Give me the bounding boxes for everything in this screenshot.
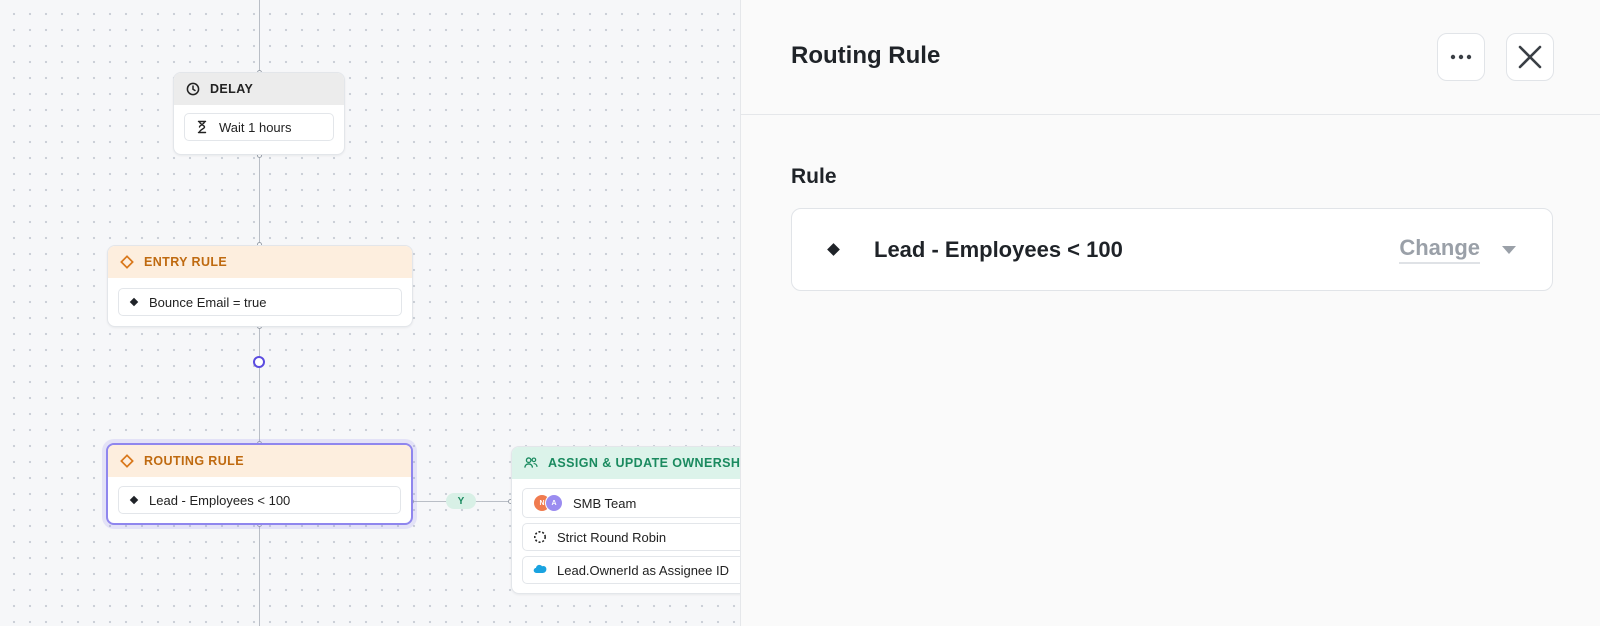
chip-label: Lead - Employees < 100 <box>149 492 291 508</box>
panel-title: Routing Rule <box>791 42 941 69</box>
connector-line <box>259 368 260 443</box>
delay-wait-chip[interactable]: Wait 1 hours <box>184 113 334 141</box>
entry-rule-node-title: ENTRY RULE <box>144 255 228 269</box>
chip-label: SMB Team <box>573 495 637 511</box>
branch-yes-label: Y <box>446 493 476 509</box>
rule-select[interactable]: Lead - Employees < 100 Change <box>791 208 1553 291</box>
assign-field-chip[interactable]: Lead.OwnerId as Assignee ID <box>522 556 740 584</box>
rule-select-value: Lead - Employees < 100 <box>874 236 1123 262</box>
entry-rule-node[interactable]: ENTRY RULE Bounce Email = true <box>107 245 413 327</box>
assign-method-chip[interactable]: Strict Round Robin <box>522 523 740 551</box>
connector-line <box>259 155 260 244</box>
delay-node-title: DELAY <box>210 82 254 96</box>
diamond-icon <box>827 243 840 256</box>
entry-rule-condition-chip[interactable]: Bounce Email = true <box>118 288 402 316</box>
routing-rule-condition-chip[interactable]: Lead - Employees < 100 <box>118 486 401 514</box>
chip-label: Lead.OwnerId as Assignee ID <box>557 562 729 578</box>
rule-section-label: Rule <box>791 165 837 188</box>
chip-label: Bounce Email = true <box>149 294 267 310</box>
delay-node[interactable]: DELAY Wait 1 hours <box>173 72 345 155</box>
connector-line <box>259 525 260 626</box>
users-icon <box>524 456 538 470</box>
hourglass-icon <box>195 120 209 134</box>
routing-rule-panel: Routing Rule Rule Lead - Employees < 100… <box>740 0 1600 626</box>
routing-rule-node-title: ROUTING RULE <box>144 454 244 468</box>
clock-icon <box>186 82 200 96</box>
workflow-canvas[interactable]: DELAY Wait 1 hours ENTRY RULE Bounce Ema… <box>0 0 740 626</box>
more-options-button[interactable] <box>1437 33 1485 81</box>
change-rule-link[interactable]: Change <box>1399 235 1480 264</box>
assign-team-chip[interactable]: N A SMB Team <box>522 488 740 518</box>
more-horizontal-icon <box>1450 54 1472 60</box>
close-icon <box>1517 44 1543 70</box>
connector-line <box>259 0 260 72</box>
assign-node-title: ASSIGN & UPDATE OWNERSHIP <box>548 456 740 470</box>
chevron-down-icon[interactable] <box>1502 245 1516 254</box>
diamond-outline-icon <box>120 454 134 468</box>
avatar: A <box>545 494 563 512</box>
assign-ownership-node[interactable]: ASSIGN & UPDATE OWNERSHIP N A SMB Team S… <box>511 446 740 594</box>
team-avatars: N A <box>533 494 563 512</box>
diamond-icon <box>129 297 139 307</box>
add-step-dot[interactable] <box>253 356 265 368</box>
routing-rule-node[interactable]: ROUTING RULE Lead - Employees < 100 <box>106 443 413 525</box>
chip-label: Wait 1 hours <box>219 119 292 135</box>
chip-label: Strict Round Robin <box>557 529 667 545</box>
close-button[interactable] <box>1506 33 1554 81</box>
diamond-icon <box>129 495 139 505</box>
panel-header: Routing Rule <box>741 0 1600 115</box>
round-robin-icon <box>533 530 547 544</box>
diamond-outline-icon <box>120 255 134 269</box>
salesforce-cloud-icon <box>533 563 547 577</box>
